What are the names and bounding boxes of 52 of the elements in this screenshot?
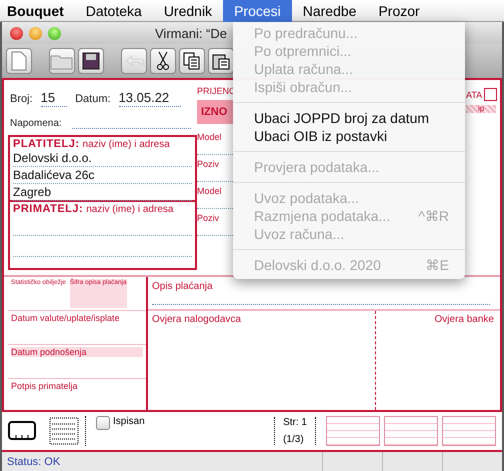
undo-icon xyxy=(123,53,145,69)
address-line[interactable]: Badalićeva 26c xyxy=(13,167,192,184)
scissors-icon xyxy=(156,51,170,71)
ispisan-label: Ispisan xyxy=(113,416,145,427)
broj-label: Broj: xyxy=(10,93,33,105)
platitelj-hint: naziv (ime) i adresa xyxy=(82,139,170,150)
datum-field[interactable]: 13.05.22 xyxy=(118,90,182,107)
broj-field[interactable]: 15 xyxy=(40,90,68,107)
primatelj-title: PRIMATELJ: xyxy=(13,203,84,215)
copy-button[interactable] xyxy=(179,48,205,74)
iznos-label: IZNO xyxy=(201,106,228,118)
datum-podnosenja-label: Datum podnošenja xyxy=(11,347,143,357)
isplata-checkbox[interactable] xyxy=(484,88,498,101)
menu-bar-item[interactable]: Naredbe xyxy=(292,0,368,22)
address-line[interactable]: Zagreb xyxy=(13,184,192,201)
menu-bar-item[interactable]: Prozor xyxy=(367,0,431,22)
menu-bar-item[interactable]: Urednik xyxy=(152,0,224,22)
strip-label: ip xyxy=(478,104,484,113)
menu-bar-item[interactable]: Procesi xyxy=(223,0,292,22)
status-text: Status: OK xyxy=(6,456,62,468)
window-title: Virmani: “De xyxy=(155,26,228,40)
zoom-button[interactable] xyxy=(48,26,61,40)
page-count: (1/3) xyxy=(283,434,305,445)
menu-bar-item[interactable]: Bouquet xyxy=(0,0,75,22)
primatelj-hint: naziv (ime) i adresa xyxy=(86,204,174,215)
page-thumbnail[interactable] xyxy=(442,416,496,446)
ovjera-nalogodavca-label: Ovjera nalogodavca xyxy=(152,314,241,325)
napomena-label: Napomena: xyxy=(10,118,62,129)
page-thumbnail[interactable] xyxy=(384,416,438,446)
platitelj-title: PLATITELJ: xyxy=(13,138,80,150)
datum-valute-label: Datum valute/uplate/isplate xyxy=(11,313,120,323)
paste-button[interactable] xyxy=(208,48,234,74)
datum-label: Datum: xyxy=(75,93,111,105)
cut-button[interactable] xyxy=(150,48,176,74)
menu-item[interactable]: Ubaci OIB iz postavki xyxy=(233,127,465,145)
new-button[interactable] xyxy=(6,48,32,74)
save-button[interactable] xyxy=(78,48,104,74)
page-label: Str: 1 xyxy=(283,417,307,428)
potpis-label: Potpis primatelja xyxy=(11,381,78,391)
isplata-label: ATA xyxy=(466,90,482,100)
opis-placanja-label: Opis plaćanja xyxy=(152,281,214,292)
page-thumbnail[interactable] xyxy=(326,416,380,446)
ovjera-banke-label: Ovjera banke xyxy=(434,314,494,325)
close-button[interactable] xyxy=(10,26,23,40)
menu-bar-item[interactable]: Datoteka xyxy=(74,0,153,22)
menu-item[interactable]: Ubaci JOPPD broj za datum xyxy=(233,109,465,127)
ispisan-checkbox[interactable] xyxy=(96,416,110,430)
address-line[interactable]: Delovski d.o.o. xyxy=(13,150,192,167)
document-icon xyxy=(11,51,27,71)
copy-icon xyxy=(183,52,201,70)
paste-icon xyxy=(212,52,230,70)
keyboard-icon[interactable] xyxy=(8,421,36,441)
